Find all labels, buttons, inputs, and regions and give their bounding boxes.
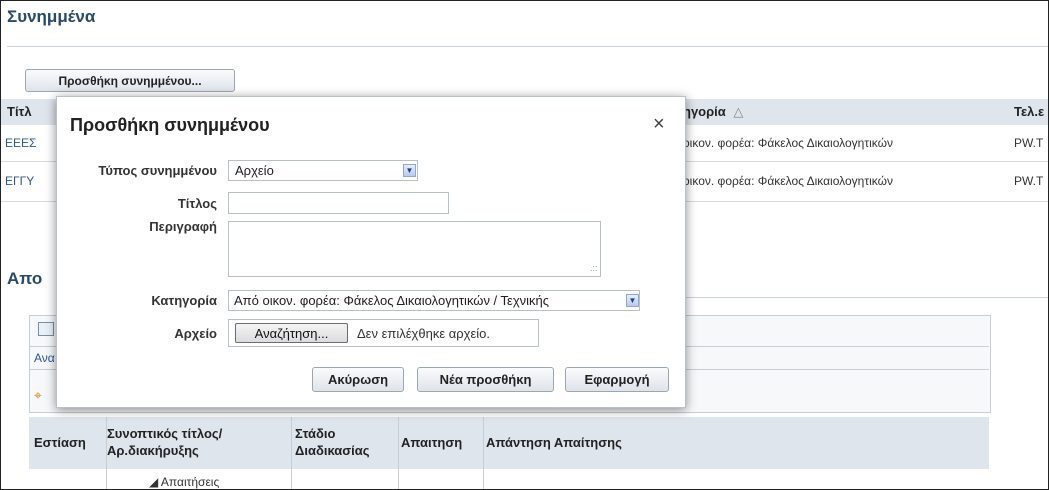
add-attachment-dialog: Προσθήκη συνημμένου × Τύπος συνημμένου Α… (56, 96, 686, 408)
type-select-value: Αρχείο (235, 163, 274, 178)
col-category-header[interactable]: ηγορία △ (683, 104, 743, 120)
category-select[interactable]: Από οικον. φορέα: Φάκελος Δικαιολογητικώ… (228, 290, 640, 311)
col-end-header[interactable]: Τελ.ε (1014, 104, 1044, 119)
col-summary-header[interactable]: Συνοπτικός τίτλος/Αρ.διακήρυξης (107, 425, 287, 459)
row2-title-link[interactable]: ΕΓΓΥ (5, 174, 34, 188)
type-label: Τύπος συνημμένου (98, 163, 217, 178)
type-select[interactable]: Αρχείο (228, 160, 418, 181)
description-label: Περιγραφή (149, 219, 217, 234)
section-title-attachments: Συνημμένα (7, 7, 96, 26)
row1-end: PW.T (1014, 136, 1044, 150)
dialog-title: Προσθήκη συνημμένου (70, 115, 270, 135)
close-icon[interactable]: × (653, 113, 665, 136)
page-frame: Συνημμένα Προσθήκη συνημμένου... Τίτλ ηγ… (0, 0, 1049, 490)
description-textarea[interactable] (228, 221, 601, 277)
new-add-button[interactable]: Νέα προσθήκη (417, 367, 554, 392)
row1-title-link[interactable]: ΕΕΕΣ (5, 136, 36, 150)
col-title-header[interactable]: Τίτλ (7, 104, 32, 119)
collapse-icon[interactable] (38, 322, 54, 336)
tree-item-requirements[interactable]: ◢ Απαιτήσεις (149, 475, 219, 489)
col-divider (291, 417, 292, 489)
browse-button[interactable]: Αναζήτηση... (235, 323, 348, 343)
category-label: Κατηγορία (151, 293, 217, 308)
title-input[interactable] (228, 192, 449, 214)
cancel-button[interactable]: Ακύρωση (312, 367, 404, 392)
section-title-2: Απο (7, 269, 43, 288)
col-divider (398, 417, 399, 489)
section-divider (7, 46, 1048, 47)
title-label: Τίτλος (177, 196, 217, 211)
col-requirement-header[interactable]: Απαιτηση (401, 435, 462, 450)
col-answer-header[interactable]: Απάντηση Απαίτησης (486, 435, 622, 450)
col-focus-header[interactable]: Εστίαση (34, 435, 86, 450)
col-divider (483, 417, 484, 489)
row2-category: οικον. φορέα: Φάκελος Δικαιολογητικών (683, 174, 893, 188)
chevron-down-icon[interactable]: ▼ (403, 164, 416, 177)
col-category-label: ηγορία (683, 104, 726, 119)
target-icon[interactable]: ⌖ (34, 387, 42, 404)
row2-end: PW.T (1014, 174, 1044, 188)
sub-link[interactable]: Ανα (34, 351, 55, 365)
col-stage-header[interactable]: Στάδιο Διαδικασίας (295, 425, 385, 459)
file-label: Αρχείο (174, 326, 217, 341)
col-divider (106, 417, 107, 489)
category-select-value: Από οικον. φορέα: Φάκελος Δικαιολογητικώ… (234, 293, 550, 308)
chevron-down-icon[interactable]: ▼ (626, 294, 639, 307)
row1-category: οικον. φορέα: Φάκελος Δικαιολογητικών (683, 136, 893, 150)
add-attachment-button[interactable]: Προσθήκη συνημμένου... (25, 69, 235, 92)
resize-handle-icon[interactable]: .:: (590, 263, 598, 273)
no-file-text: Δεν επιλέχθηκε αρχείο. (357, 326, 490, 341)
sort-ascending-icon[interactable]: △ (733, 104, 743, 119)
apply-button[interactable]: Εφαρμογή (565, 367, 669, 392)
